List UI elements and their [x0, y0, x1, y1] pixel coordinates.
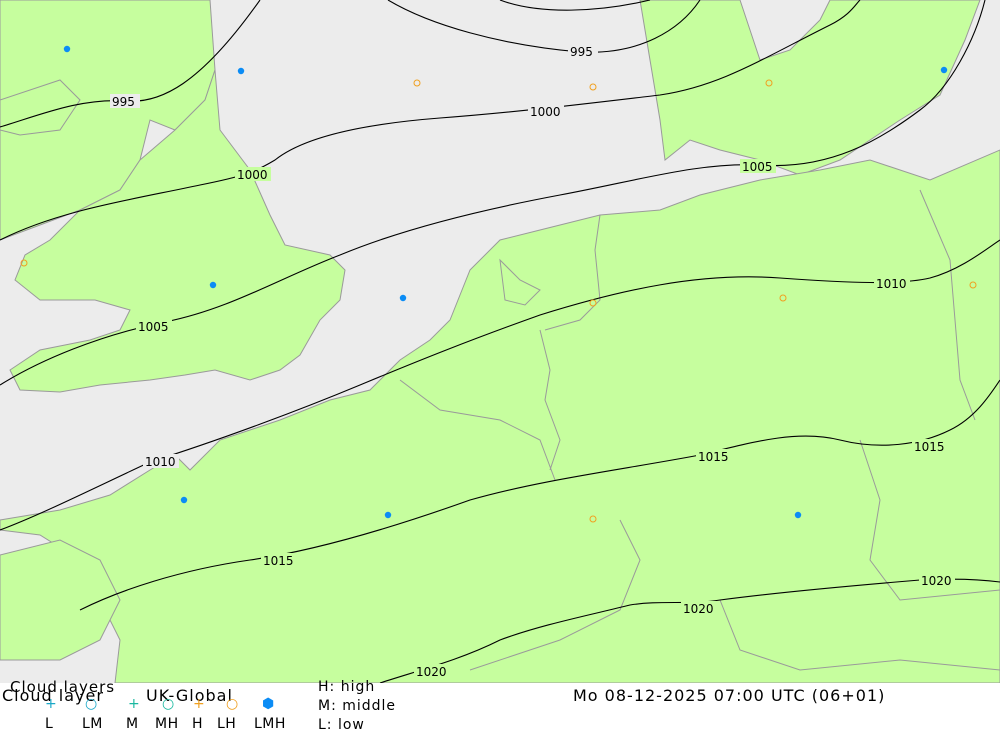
legend-label-lm: LM — [82, 716, 103, 732]
isobar-label-1020: 1020 — [416, 665, 447, 679]
plus-icon: + — [128, 696, 141, 712]
key-low: L: low — [318, 717, 365, 733]
lmh-marker — [794, 511, 802, 519]
isobar-label-1005: 1005 — [138, 320, 169, 334]
key-high: H: high — [318, 679, 376, 695]
lmh-marker — [384, 511, 392, 519]
legend-label-mh: MH — [155, 716, 179, 732]
land-layer — [0, 0, 1000, 683]
lmh-marker — [209, 281, 217, 289]
filled-hexagon-icon: ⬢ — [262, 696, 276, 712]
legend-label-h: H — [192, 716, 204, 732]
legend-label-lmh: LMH — [254, 716, 286, 732]
lh-marker — [413, 79, 421, 87]
isobar-label-995: 995 — [112, 95, 135, 109]
circle-icon: ○ — [226, 696, 240, 712]
legend-label-lh: LH — [217, 716, 237, 732]
lh-marker — [589, 83, 597, 91]
plus-icon: + — [193, 696, 206, 712]
lmh-marker — [399, 294, 407, 302]
weather-map: 995 995 1000 1000 1005 1005 1010 1010 10… — [0, 0, 1000, 683]
map-canvas: 995 995 1000 1000 1005 1005 1010 1010 10… — [0, 0, 1000, 683]
isobar-label-995: 995 — [570, 45, 593, 59]
isobar-label-1020: 1020 — [921, 574, 952, 588]
circle-icon: ○ — [162, 696, 176, 712]
isobar-label-1000: 1000 — [530, 105, 561, 119]
isobar-label-1000: 1000 — [237, 168, 268, 182]
model-name: UK-Global — [146, 686, 233, 705]
isobar-995-c — [499, 0, 651, 11]
isobar-label-1010: 1010 — [145, 455, 176, 469]
lmh-marker — [237, 67, 245, 75]
isobar-label-1015: 1015 — [698, 450, 729, 464]
circle-icon: ○ — [85, 696, 99, 712]
lmh-marker — [180, 496, 188, 504]
isobar-label-1005: 1005 — [742, 160, 773, 174]
key-middle: M: middle — [318, 698, 397, 714]
legend-label-l: L — [45, 716, 54, 732]
isobar-label-1015: 1015 — [263, 554, 294, 568]
lmh-marker — [63, 45, 71, 53]
isobar-label-1015: 1015 — [914, 440, 945, 454]
datetime: Mo 08-12-2025 07:00 UTC (06+01) — [573, 686, 886, 705]
isobar-label-1010: 1010 — [876, 277, 907, 291]
land-denmark — [639, 0, 981, 176]
map-footer: Cloud layers Cloud layer UK-Global H: hi… — [0, 679, 1000, 733]
plus-icon: + — [45, 696, 58, 712]
legend-label-m: M — [126, 716, 139, 732]
lmh-marker — [940, 66, 948, 74]
isobar-label-1020: 1020 — [683, 602, 714, 616]
